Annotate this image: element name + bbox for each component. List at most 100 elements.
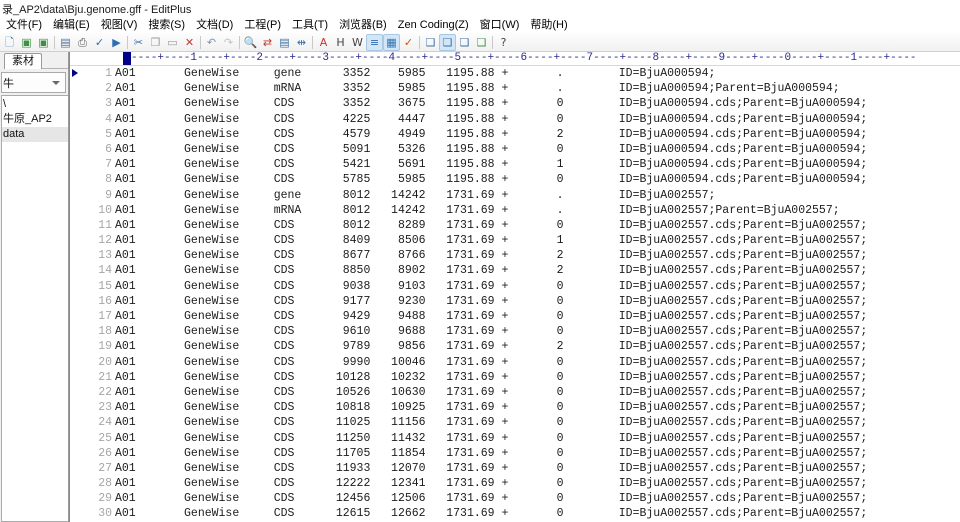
code-line-row[interactable]: 8 A01 GeneWise CDS 5785 5985 1195.88 + 0 … [80, 172, 960, 187]
code-line-row[interactable]: 17 A01 GeneWise CDS 9429 9488 1731.69 + 0… [80, 309, 960, 324]
find-icon[interactable]: 🔍 [242, 34, 259, 51]
sidebar-tab-cliptext[interactable]: 素材 [4, 53, 42, 69]
bookmark-gutter[interactable] [70, 66, 80, 522]
line-number: 16 [98, 294, 112, 308]
editor-pane: ----+----1----+----2----+----3----+----4… [69, 52, 960, 522]
code-line-row[interactable]: 5 A01 GeneWise CDS 4579 4949 1195.88 + 2 … [80, 127, 960, 142]
code-line-row[interactable]: 11 A01 GeneWise CDS 8012 8289 1731.69 + 0… [80, 218, 960, 233]
code-line-text: A01 GeneWise CDS 9177 9230 1731.69 + 0 I… [115, 294, 868, 308]
word-wrap-icon[interactable]: W [349, 34, 366, 51]
window-tile-icon[interactable]: ❏ [422, 34, 439, 51]
line-number: 18 [98, 325, 112, 339]
code-line-row[interactable]: 15 A01 GeneWise CDS 9038 9103 1731.69 + 0… [80, 279, 960, 294]
check-icon-glyph: ✓ [403, 35, 414, 49]
code-line-text: A01 GeneWise mRNA 3352 5985 1195.88 + . … [115, 82, 840, 96]
hex-icon[interactable]: H [332, 34, 349, 51]
indent-icon[interactable]: ≡ [366, 33, 383, 51]
uppercase-icon[interactable]: A [315, 34, 332, 51]
window-title: 录_AP2\data\Bju.genome.gff - EditPlus [2, 3, 192, 16]
code-line-row[interactable]: 1 A01 GeneWise gene 3352 5985 1195.88 + .… [80, 66, 960, 81]
line-number: 10 [98, 203, 112, 217]
menu-edit[interactable]: 编辑(E) [48, 17, 96, 33]
print-preview-icon-glyph: ▤ [60, 35, 71, 49]
code-line-text: A01 GeneWise CDS 9789 9856 1731.69 + 2 I… [115, 340, 868, 354]
check-icon[interactable]: ✓ [400, 34, 417, 51]
menu-help[interactable]: 帮助(H) [525, 17, 573, 33]
run-icon[interactable]: ▶ [108, 34, 125, 51]
code-line-row[interactable]: 14 A01 GeneWise CDS 8850 8902 1731.69 + 2… [80, 263, 960, 278]
window-split-icon-glyph: ❏ [442, 35, 453, 49]
window-split-icon[interactable]: ❏ [439, 33, 456, 51]
delete-icon[interactable]: ✕ [181, 34, 198, 51]
line-number: 29 [98, 492, 112, 506]
code-line-row[interactable]: 25 A01 GeneWise CDS 11250 11432 1731.69 +… [80, 431, 960, 446]
save-file-icon[interactable]: ▣ [35, 34, 52, 51]
code-line-row[interactable]: 7 A01 GeneWise CDS 5421 5691 1195.88 + 1 … [80, 157, 960, 172]
code-lines[interactable]: 1 A01 GeneWise gene 3352 5985 1195.88 + .… [80, 66, 960, 522]
code-line-row[interactable]: 19 A01 GeneWise CDS 9789 9856 1731.69 + 2… [80, 339, 960, 354]
code-line-row[interactable]: 20 A01 GeneWise CDS 9990 10046 1731.69 + … [80, 355, 960, 370]
replace-icon[interactable]: ⇄ [259, 34, 276, 51]
code-area[interactable]: 1 A01 GeneWise gene 3352 5985 1195.88 + .… [70, 66, 960, 522]
goto-line-icon[interactable]: ⇹ [293, 34, 310, 51]
menu-search[interactable]: 搜索(S) [143, 17, 191, 33]
menu-zen-coding[interactable]: Zen Coding(Z) [393, 17, 475, 33]
menu-file[interactable]: 文件(F) [1, 17, 48, 33]
open-file-icon[interactable]: ▣ [18, 34, 35, 51]
code-line-row[interactable]: 22 A01 GeneWise CDS 10526 10630 1731.69 +… [80, 385, 960, 400]
tree-item-root[interactable]: \ [2, 97, 68, 112]
new-file-icon[interactable]: 🗋 [1, 34, 18, 51]
code-line-row[interactable]: 12 A01 GeneWise CDS 8409 8506 1731.69 + 1… [80, 233, 960, 248]
code-line-row[interactable]: 23 A01 GeneWise CDS 10818 10925 1731.69 +… [80, 400, 960, 415]
window-cascade-icon[interactable]: ❏ [456, 34, 473, 51]
redo-icon[interactable]: ↷ [220, 34, 237, 51]
print-preview-icon[interactable]: ▤ [57, 34, 74, 51]
line-number: 24 [98, 416, 112, 430]
code-line-row[interactable]: 26 A01 GeneWise CDS 11705 11854 1731.69 +… [80, 446, 960, 461]
code-line-row[interactable]: 24 A01 GeneWise CDS 11025 11156 1731.69 +… [80, 415, 960, 430]
paste-icon[interactable]: ▭ [164, 34, 181, 51]
paste-icon-glyph: ▭ [167, 35, 178, 49]
line-number: 3 [105, 97, 112, 111]
code-line-row[interactable]: 18 A01 GeneWise CDS 9610 9688 1731.69 + 0… [80, 324, 960, 339]
code-line-row[interactable]: 16 A01 GeneWise CDS 9177 9230 1731.69 + 0… [80, 294, 960, 309]
code-line-row[interactable]: 13 A01 GeneWise CDS 8677 8766 1731.69 + 2… [80, 248, 960, 263]
line-number: 1 [105, 67, 112, 80]
cut-icon[interactable]: ✂ [130, 34, 147, 51]
delete-icon-glyph: ✕ [184, 35, 195, 49]
menu-view[interactable]: 视图(V) [96, 17, 144, 33]
code-line-row[interactable]: 6 A01 GeneWise CDS 5091 5326 1195.88 + 0 … [80, 142, 960, 157]
find-in-files-icon-glyph: ▤ [279, 35, 290, 49]
line-number: 6 [105, 142, 112, 156]
code-line-row[interactable]: 21 A01 GeneWise CDS 10128 10232 1731.69 +… [80, 370, 960, 385]
menu-window[interactable]: 窗口(W) [475, 17, 526, 33]
code-line-row[interactable]: 28 A01 GeneWise CDS 12222 12341 1731.69 +… [80, 476, 960, 491]
ruler-gutter [70, 52, 123, 65]
code-line-row[interactable]: 29 A01 GeneWise CDS 12456 12506 1731.69 +… [80, 491, 960, 506]
menu-browser[interactable]: 浏览器(B) [334, 17, 393, 33]
folder-select[interactable]: 牛 [1, 72, 66, 93]
line-numbers-icon[interactable]: ▦ [383, 33, 400, 51]
code-line-row[interactable]: 10 A01 GeneWise mRNA 8012 14242 1731.69 +… [80, 203, 960, 218]
code-line-row[interactable]: 3 A01 GeneWise CDS 3352 3675 1195.88 + 0 … [80, 96, 960, 111]
menu-project[interactable]: 工程(P) [239, 17, 287, 33]
browser-view-icon[interactable]: ❏ [473, 34, 490, 51]
help-icon[interactable]: ? [495, 34, 512, 51]
code-line-row[interactable]: 4 A01 GeneWise CDS 4225 4447 1195.88 + 0 … [80, 112, 960, 127]
run-icon-glyph: ▶ [112, 35, 121, 49]
code-line-row[interactable]: 30 A01 GeneWise CDS 12615 12662 1731.69 +… [80, 506, 960, 521]
line-number: 23 [98, 401, 112, 415]
code-line-row[interactable]: 2 A01 GeneWise mRNA 3352 5985 1195.88 + .… [80, 81, 960, 96]
code-line-row[interactable]: 27 A01 GeneWise CDS 11933 12070 1731.69 +… [80, 461, 960, 476]
spellcheck-icon[interactable]: ✓ [91, 34, 108, 51]
undo-icon[interactable]: ↶ [203, 34, 220, 51]
tree-item-data[interactable]: data [2, 127, 68, 142]
window-tile-icon-glyph: ❏ [425, 35, 436, 49]
copy-icon[interactable]: ❐ [147, 34, 164, 51]
menu-document[interactable]: 文档(D) [191, 17, 239, 33]
menu-tools[interactable]: 工具(T) [287, 17, 334, 33]
find-in-files-icon[interactable]: ▤ [276, 34, 293, 51]
tree-item-project[interactable]: 牛原_AP2 [2, 112, 68, 127]
code-line-row[interactable]: 9 A01 GeneWise gene 8012 14242 1731.69 + … [80, 188, 960, 203]
print-icon[interactable]: ⎙ [74, 34, 91, 51]
